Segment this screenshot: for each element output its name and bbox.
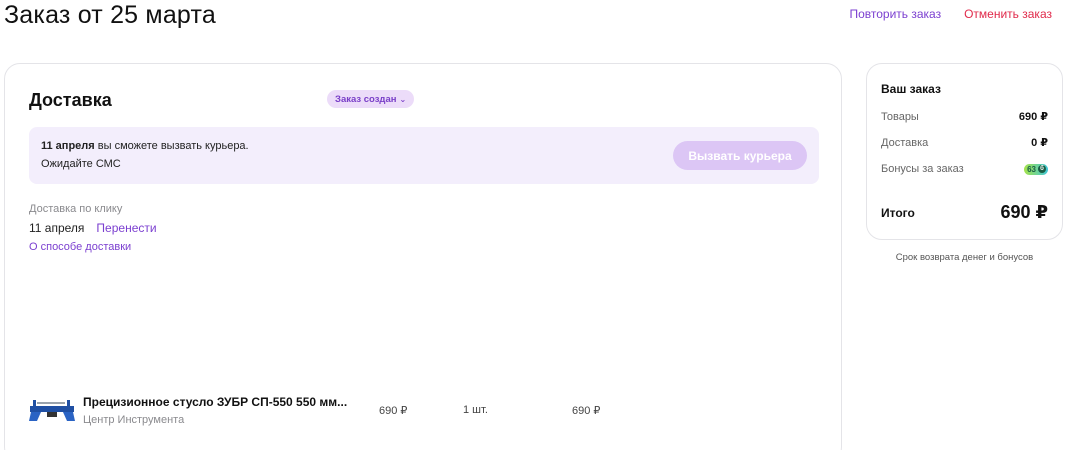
courier-notice-line2: Ожидайте СМС [41, 158, 121, 170]
header-actions: Повторить заказ Отменить заказ [849, 7, 1052, 21]
courier-notice-text: вы сможете вызвать курьера. [94, 140, 249, 152]
reschedule-link[interactable]: Перенести [96, 221, 156, 235]
product-total: 690 ₽ [572, 405, 601, 417]
summary-goods-label: Товары [881, 110, 919, 123]
about-delivery-link[interactable]: О способе доставки [29, 241, 131, 253]
call-courier-button[interactable]: Вызвать курьера [673, 141, 807, 170]
courier-date: 11 апреля [41, 140, 95, 152]
bonus-icon: б [1038, 165, 1046, 173]
summary-goods-value: 690 ₽ [1018, 111, 1048, 123]
summary-bonus-row: Бонусы за заказ 63 б [881, 163, 1048, 175]
summary-delivery-label: Доставка [881, 136, 929, 149]
courier-notice: 11 апреля вы сможете вызвать курьера. Ож… [29, 127, 819, 184]
cancel-order-link[interactable]: Отменить заказ [964, 7, 1052, 21]
summary-total-value: 690 ₽ [1000, 202, 1048, 222]
delivery-card: Доставка Заказ создан ⌄ 11 апреля вы смо… [4, 63, 842, 450]
refund-terms-link[interactable]: Срок возврата денег и бонусов [866, 252, 1063, 263]
product-seller: Центр Инструмента [83, 414, 185, 426]
product-row: Прецизионное стусло ЗУБР СП-550 550 мм..… [29, 389, 829, 439]
product-price: 690 ₽ [379, 405, 408, 417]
page-title: Заказ от 25 марта [4, 1, 216, 29]
order-status-label: Заказ создан [335, 93, 397, 105]
delivery-date: 11 апреля [29, 221, 85, 235]
summary-total-row: Итого 690 ₽ [881, 202, 1048, 223]
delivery-date-row: 11 апреля Перенести [29, 221, 157, 235]
summary-delivery-row: Доставка 0 ₽ [881, 136, 1048, 150]
delivery-type-label: Доставка по клику [29, 203, 123, 215]
delivery-title: Доставка [29, 90, 112, 110]
summary-goods-row: Товары 690 ₽ [881, 110, 1048, 124]
chevron-down-icon: ⌄ [399, 94, 407, 104]
bonus-badge: 63 б [1024, 163, 1048, 175]
order-summary-card: Ваш заказ Товары 690 ₽ Доставка 0 ₽ Бону… [866, 63, 1063, 240]
summary-delivery-value: 0 ₽ [1031, 137, 1048, 149]
courier-notice-line1: 11 апреля вы сможете вызвать курьера. [41, 140, 249, 152]
product-name-link[interactable]: Прецизионное стусло ЗУБР СП-550 550 мм..… [83, 395, 347, 409]
product-image[interactable] [29, 397, 75, 423]
bonus-value: 63 [1027, 164, 1036, 174]
repeat-order-link[interactable]: Повторить заказ [849, 7, 941, 21]
product-quantity: 1 шт. [463, 404, 488, 416]
summary-bonus-label: Бонусы за заказ [881, 163, 964, 175]
summary-title: Ваш заказ [881, 82, 941, 96]
summary-total-label: Итого [881, 205, 915, 220]
order-status-dropdown[interactable]: Заказ создан ⌄ [327, 90, 415, 108]
